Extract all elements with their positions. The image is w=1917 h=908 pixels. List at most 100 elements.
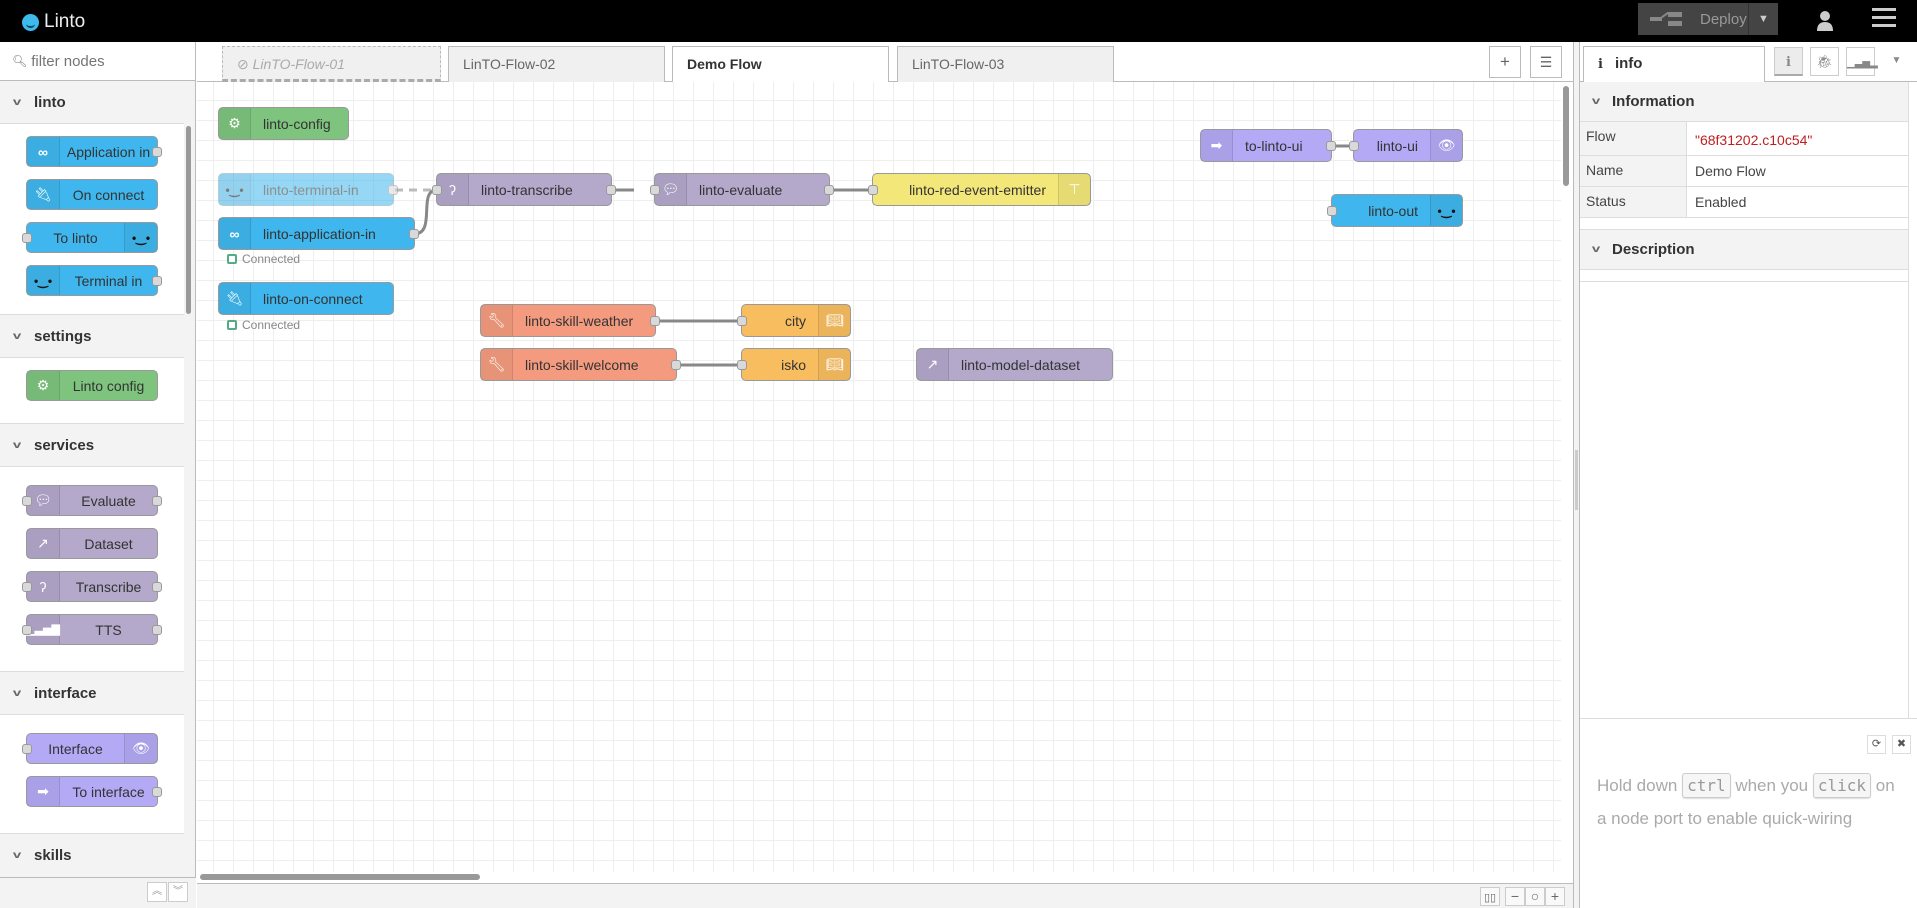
sidebar-separator[interactable] (1573, 42, 1580, 908)
resize-handle[interactable] (1575, 450, 1578, 510)
main-menu-button[interactable] (1872, 8, 1896, 30)
canvas-horizontal-scrollbar[interactable] (200, 874, 480, 880)
node-city[interactable]: city 📖︎ (737, 304, 851, 337)
palette-node-on-connect[interactable]: 🔌︎ On connect (26, 179, 158, 210)
output-port[interactable] (1326, 140, 1336, 151)
node-linto-ui[interactable]: linto-ui 👁︎ (1349, 129, 1463, 162)
node-linto-transcribe[interactable]: ʔ linto-transcribe (432, 173, 616, 206)
info-icon: i (1786, 55, 1791, 70)
output-port[interactable] (824, 184, 834, 195)
flow-canvas[interactable]: ⚙ linto-config •‿• linto-terminal-in ∞ l… (197, 82, 1561, 872)
palette-node-tts[interactable]: ▁▃▅▇ TTS (22, 614, 162, 645)
node-linto-model-dataset[interactable]: ↗ linto-model-dataset (916, 348, 1113, 381)
category-body-linto: ∞ Application in 🔌︎ On connect To linto … (0, 124, 184, 315)
output-port[interactable] (671, 359, 681, 370)
debug-tab-button[interactable]: 🐞︎ (1810, 47, 1839, 76)
info-row-status: Status Enabled (1580, 187, 1908, 218)
info-tab-button[interactable]: i (1774, 47, 1803, 76)
close-icon: ✖ (1896, 738, 1907, 750)
input-port[interactable] (737, 315, 747, 326)
category-title: interface (34, 684, 97, 702)
book-icon: 📖︎ (818, 349, 850, 380)
wrench-icon: 🔧︎ (481, 349, 513, 380)
palette-node-to-interface[interactable]: ➡︎ To interface (26, 776, 162, 807)
palette-node-linto-config[interactable]: ⚙ Linto config (26, 370, 158, 401)
expand-all-button[interactable]: ︾ (168, 882, 188, 902)
node-isko[interactable]: isko 📖︎ (737, 348, 851, 381)
zoom-out-button[interactable]: − (1505, 887, 1525, 906)
collapse-all-button[interactable]: ︽ (147, 882, 167, 902)
filter-nodes-input[interactable] (31, 52, 192, 70)
deploy-menu-caret-icon[interactable]: ▼ (1748, 3, 1778, 35)
tab-linto-flow-02[interactable]: LinTO-Flow-02 (448, 46, 665, 82)
zoom-in-button[interactable]: + (1545, 887, 1565, 906)
tab-linto-flow-01[interactable]: ⊘ LinTO-Flow-01 (222, 46, 441, 82)
input-port[interactable] (1327, 205, 1337, 216)
output-port[interactable] (606, 184, 616, 195)
sidebar-menu-caret[interactable]: ▼ (1882, 47, 1911, 76)
sidebar-tab-info[interactable]: i info (1583, 46, 1765, 83)
canvas-vertical-scrollbar[interactable] (1563, 86, 1569, 186)
plug-icon: 🔌︎ (219, 283, 251, 314)
palette-search[interactable]: 🔍︎ (0, 42, 195, 81)
output-port[interactable] (388, 184, 398, 195)
category-header-settings[interactable]: v settings (0, 315, 184, 358)
category-header-services[interactable]: v services (0, 424, 184, 467)
palette-node-transcribe[interactable]: ʔ Transcribe (22, 571, 162, 602)
input-port[interactable] (432, 184, 442, 195)
section-description[interactable]: v Description (1580, 230, 1908, 270)
input-port[interactable] (650, 184, 660, 195)
plus-icon: + (1550, 888, 1560, 904)
palette-scrollbar[interactable] (186, 126, 191, 314)
chevron-down-icon: v (12, 849, 22, 861)
node-linto-skill-weather[interactable]: 🔧︎ linto-skill-weather (480, 304, 660, 337)
palette-node-application-in[interactable]: ∞ Application in (26, 136, 162, 167)
node-linto-out[interactable]: linto-out •‿• (1327, 194, 1463, 227)
node-linto-config[interactable]: ⚙ linto-config (218, 107, 349, 140)
input-port[interactable] (737, 359, 747, 370)
navigator-button[interactable]: ▯▯ (1480, 887, 1500, 906)
dashboard-tab-button[interactable]: ▁▃▅▂ (1846, 47, 1878, 76)
next-tip-button[interactable]: ⟳ (1867, 735, 1886, 754)
add-flow-button[interactable]: + (1489, 46, 1521, 78)
palette-node-interface[interactable]: Interface 👁︎ (22, 733, 158, 764)
node-to-linto-ui[interactable]: ➡︎ to-linto-ui (1200, 129, 1336, 162)
zoom-reset-button[interactable]: ○ (1525, 887, 1545, 906)
category-header-interface[interactable]: v interface (0, 672, 184, 715)
tab-demo-flow[interactable]: Demo Flow (672, 46, 889, 83)
category-header-skills[interactable]: v skills (0, 834, 184, 873)
node-linto-skill-welcome[interactable]: 🔧︎ linto-skill-welcome (480, 348, 681, 381)
node-linto-application-in[interactable]: ∞ linto-application-in (218, 217, 419, 250)
output-port (152, 275, 162, 286)
info-row-flow: Flow "68f31202.c10c54" (1580, 122, 1908, 156)
close-tips-button[interactable]: ✖ (1892, 735, 1911, 754)
output-port[interactable] (409, 228, 419, 239)
node-linto-terminal-in[interactable]: •‿• linto-terminal-in (218, 173, 398, 206)
face-icon: •‿• (1430, 195, 1462, 226)
section-information[interactable]: v Information (1580, 82, 1908, 122)
node-linto-on-connect[interactable]: 🔌︎ linto-on-connect (218, 282, 394, 315)
input-port[interactable] (1349, 140, 1359, 151)
palette-node-dataset[interactable]: ↗ Dataset (26, 528, 158, 559)
node-linto-evaluate[interactable]: 💬︎ linto-evaluate (650, 173, 834, 206)
palette-node-evaluate[interactable]: 💬︎ Evaluate (22, 485, 162, 516)
double-chevron-up-icon: ︽ (152, 886, 162, 897)
tab-linto-flow-03[interactable]: LinTO-Flow-03 (897, 46, 1114, 82)
output-port[interactable] (650, 315, 660, 326)
deploy-button[interactable]: Deploy ▼ (1638, 3, 1778, 35)
node-linto-red-event-emitter[interactable]: linto-red-event-emitter ⊤ (868, 173, 1091, 206)
category-header-linto[interactable]: v linto (0, 81, 184, 124)
category-title: services (34, 436, 95, 454)
list-flows-button[interactable]: ☰ (1530, 46, 1562, 78)
search-icon: 🔍︎ (12, 54, 28, 68)
cogs-icon: ⚙ (219, 108, 251, 139)
palette-node-to-linto[interactable]: To linto •‿• (22, 222, 158, 253)
output-port (152, 624, 162, 635)
chevron-down-icon: v (12, 439, 22, 451)
sidebar: i info i 🐞︎ ▁▃▅▂ ▼ v Information Flow "68… (1580, 42, 1917, 908)
input-port[interactable] (868, 184, 878, 195)
info-row-name: Name Demo Flow (1580, 156, 1908, 187)
wrench-icon: 🔧︎ (481, 305, 513, 336)
user-menu-button[interactable] (1810, 7, 1840, 35)
palette-node-terminal-in[interactable]: •‿• Terminal in (26, 265, 162, 296)
